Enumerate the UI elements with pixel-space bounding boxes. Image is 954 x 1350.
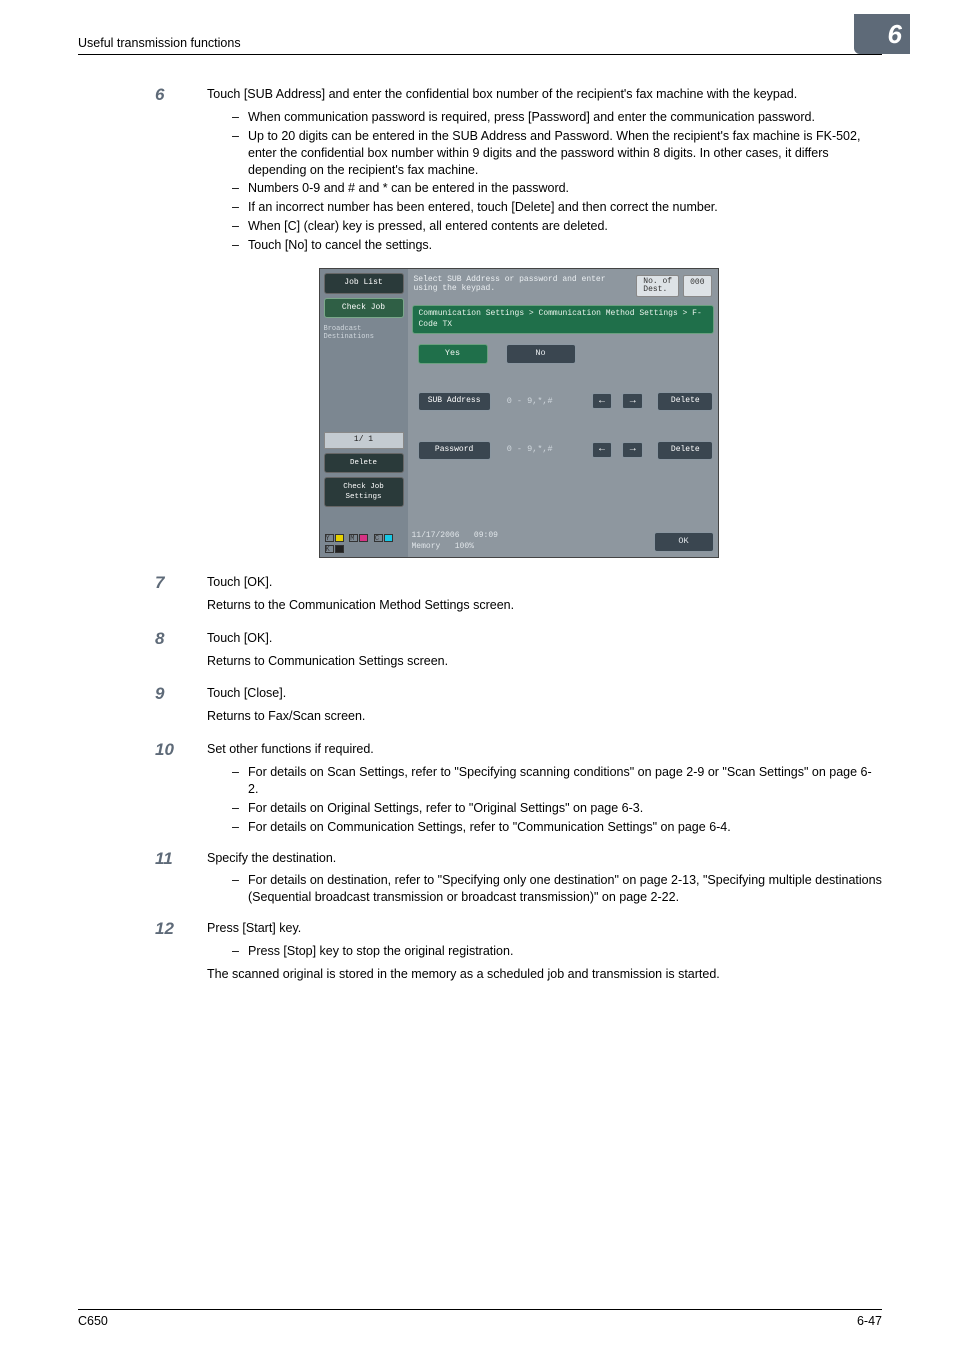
no-button[interactable]: No [506,344,576,363]
sub-address-range: 0 - 9,*,# [507,396,582,407]
step-text: Touch [SUB Address] and enter the confid… [207,86,882,103]
step-9: 9 Touch [Close]. Returns to Fax/Scan scr… [155,685,882,729]
bullet: Touch [No] to cancel the settings. [248,237,882,254]
left-delete-button[interactable]: Delete [324,453,404,473]
bullet: Press [Stop] key to stop the original re… [248,943,882,960]
step-10: 10 Set other functions if required. –For… [155,741,882,837]
bullet: For details on destination, refer to "Sp… [248,872,882,906]
step-number: 7 [155,574,207,618]
bullet: For details on Scan Settings, refer to "… [248,764,882,798]
sub-address-button[interactable]: SUB Address [418,392,491,411]
step-7: 7 Touch [OK]. Returns to the Communicati… [155,574,882,618]
step-8: 8 Touch [OK]. Returns to Communication S… [155,630,882,674]
bullet: For details on Communication Settings, r… [248,819,882,836]
dest-count: 000 [683,275,711,297]
password-delete-button[interactable]: Delete [657,441,713,460]
step-6: 6 Touch [SUB Address] and enter the conf… [155,86,882,256]
footer-rule [78,1309,882,1310]
header-rule [78,54,882,55]
dest-label: No. of Dest. [636,275,679,297]
step-result: Returns to Communication Settings screen… [207,653,882,670]
check-job-settings-button[interactable]: Check Job Settings [324,477,404,507]
arrow-right-icon[interactable]: → [622,442,643,458]
step-text: Touch [OK]. [207,574,882,591]
password-button[interactable]: Password [418,441,491,460]
step-text: Touch [Close]. [207,685,882,702]
step-text: Specify the destination. [207,850,882,867]
bullet: When [C] (clear) key is pressed, all ent… [248,218,882,235]
step-number: 9 [155,685,207,729]
pager: 1/ 1 [324,432,404,449]
step-result: Returns to the Communication Method Sett… [207,597,882,614]
check-job-button[interactable]: Check Job [324,298,404,319]
status-bar: 11/17/2006 09:09 Memory 100% [412,531,498,553]
step-11: 11 Specify the destination. –For details… [155,850,882,909]
password-range: 0 - 9,*,# [507,444,582,455]
bullet: Numbers 0-9 and # and * can be entered i… [248,180,882,197]
step-result: Returns to Fax/Scan screen. [207,708,882,725]
bullet: Up to 20 digits can be entered in the SU… [248,128,882,179]
sub-address-delete-button[interactable]: Delete [657,392,713,411]
running-header: Useful transmission functions [78,36,241,50]
screen-instruction: Select SUB Address or password and enter… [414,275,606,294]
broadcast-label: Broadcast Destinations [324,326,404,341]
step-number: 8 [155,630,207,674]
step-number: 10 [155,741,207,837]
footer-model: C650 [78,1314,108,1328]
bullet: For details on Original Settings, refer … [248,800,882,817]
step-result: The scanned original is stored in the me… [207,966,882,983]
step-12: 12 Press [Start] key. –Press [Stop] key … [155,920,882,987]
toner-indicators: Y M C K [324,534,408,555]
step-text: Set other functions if required. [207,741,882,758]
footer-page: 6-47 [857,1314,882,1328]
step-number: 12 [155,920,207,987]
step-number: 6 [155,86,207,256]
step-text: Touch [OK]. [207,630,882,647]
bullet: When communication password is required,… [248,109,882,126]
job-list-button[interactable]: Job List [324,273,404,294]
arrow-left-icon[interactable]: ← [592,393,613,409]
arrow-left-icon[interactable]: ← [592,442,613,458]
step-text: Press [Start] key. [207,920,882,937]
arrow-right-icon[interactable]: → [622,393,643,409]
breadcrumb: Communication Settings > Communication M… [412,305,714,335]
yes-button[interactable]: Yes [418,344,488,363]
step-number: 11 [155,850,207,909]
bullet: If an incorrect number has been entered,… [248,199,882,216]
ok-button[interactable]: OK [654,532,714,551]
fcode-tx-screenshot: Job List Check Job Broadcast Destination… [319,268,719,558]
chapter-number-badge: 6 [854,14,910,54]
